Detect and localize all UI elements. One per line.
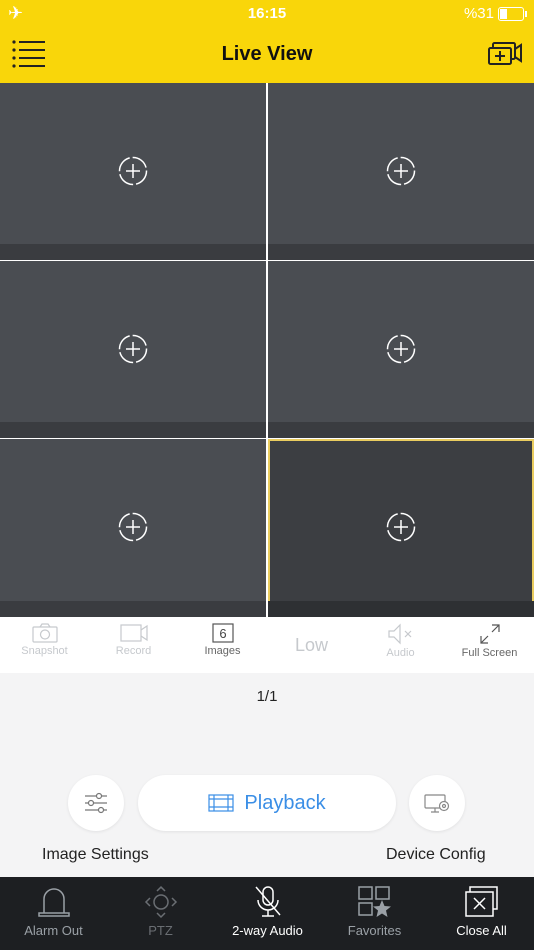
favorites-star-icon [357,886,391,917]
add-camera-icon[interactable] [118,512,148,542]
image-settings-caption: Image Settings [42,846,149,863]
camera-slot-6-selected[interactable] [268,439,534,617]
camera-slot-caption-bar [0,244,266,260]
alarm-out-tab[interactable]: Alarm Out [0,877,107,950]
status-bar: ✈ 16:15 %31 [0,0,534,28]
add-camera-icon[interactable] [386,156,416,186]
snapshot-label: Snapshot [21,645,68,657]
camera-slot-4[interactable] [268,261,534,438]
live-view-toolbar: Snapshot Record 6 Images Low Audio Full … [0,617,534,673]
device-settings-icon [424,794,450,813]
expand-icon [479,624,500,644]
microphone-muted-icon [254,886,281,917]
battery-fill [500,8,508,19]
page-indicator: 1/1 [256,688,278,705]
page-title: Live View [221,43,313,65]
full-screen-button[interactable]: Full Screen [445,617,534,673]
live-view-grid [0,83,534,617]
battery-icon [498,6,527,21]
close-all-label: Close All [456,923,507,938]
bottom-action-bar: Alarm Out PTZ 2-way Audio Favorites Clos… [0,877,534,950]
audio-button[interactable]: Audio [356,617,445,673]
alarm-siren-icon [37,888,70,917]
record-label: Record [115,645,152,657]
camera-icon [31,623,58,643]
close-all-tab[interactable]: Close All [428,877,534,950]
add-camera-icon[interactable] [386,512,416,542]
images-count: 6 [219,626,226,641]
playback-label: Playback [244,791,326,814]
device-config-caption: Device Config [386,846,486,863]
status-time: 16:15 [247,5,287,22]
images-label: Images [204,645,241,657]
images-button[interactable]: 6 Images [178,617,267,673]
camera-slot-3[interactable] [0,261,266,438]
app-header: ✈ 16:15 %31 Live View [0,0,534,83]
camera-slot-2[interactable] [268,83,534,260]
camera-slot-1[interactable] [0,83,266,260]
camera-slot-caption-bar [268,601,534,617]
add-camera-icon[interactable] [118,334,148,364]
ptz-label: PTZ [148,923,173,938]
add-camera-icon[interactable] [386,334,416,364]
add-camera-icon[interactable] [118,156,148,186]
camera-slot-caption-bar [0,601,266,617]
film-strip-icon [208,794,235,812]
close-all-icon [464,886,498,917]
speaker-muted-icon [387,623,411,645]
audio-label: Audio [386,647,415,659]
add-camera-view-icon[interactable] [488,42,522,68]
alarm-out-label: Alarm Out [24,923,83,938]
two-way-audio-label: 2-way Audio [232,923,303,938]
playback-button[interactable]: Playback [138,775,396,831]
snapshot-button[interactable]: Snapshot [0,617,89,673]
ptz-direction-icon [144,885,177,919]
camera-slot-caption-bar [268,244,534,260]
two-way-audio-tab[interactable]: 2-way Audio [214,877,321,950]
camera-slot-caption-bar [0,422,266,438]
battery-percent: %31 [463,5,494,22]
images-count-icon: 6 [211,623,234,643]
image-settings-button[interactable] [68,775,124,831]
sliders-icon [85,792,107,814]
favorites-label: Favorites [347,923,402,938]
battery-indicator: %31 [463,5,527,22]
ptz-tab[interactable]: PTZ [107,877,214,950]
stream-quality-button[interactable]: Low [267,617,356,673]
camera-slot-5[interactable] [0,439,266,617]
video-record-icon [119,624,148,642]
device-config-button[interactable] [409,775,465,831]
full-screen-label: Full Screen [461,647,518,659]
favorites-tab[interactable]: Favorites [321,877,428,950]
camera-slot-caption-bar [268,422,534,438]
stream-quality-label: Low [294,635,329,655]
record-button[interactable]: Record [89,617,178,673]
